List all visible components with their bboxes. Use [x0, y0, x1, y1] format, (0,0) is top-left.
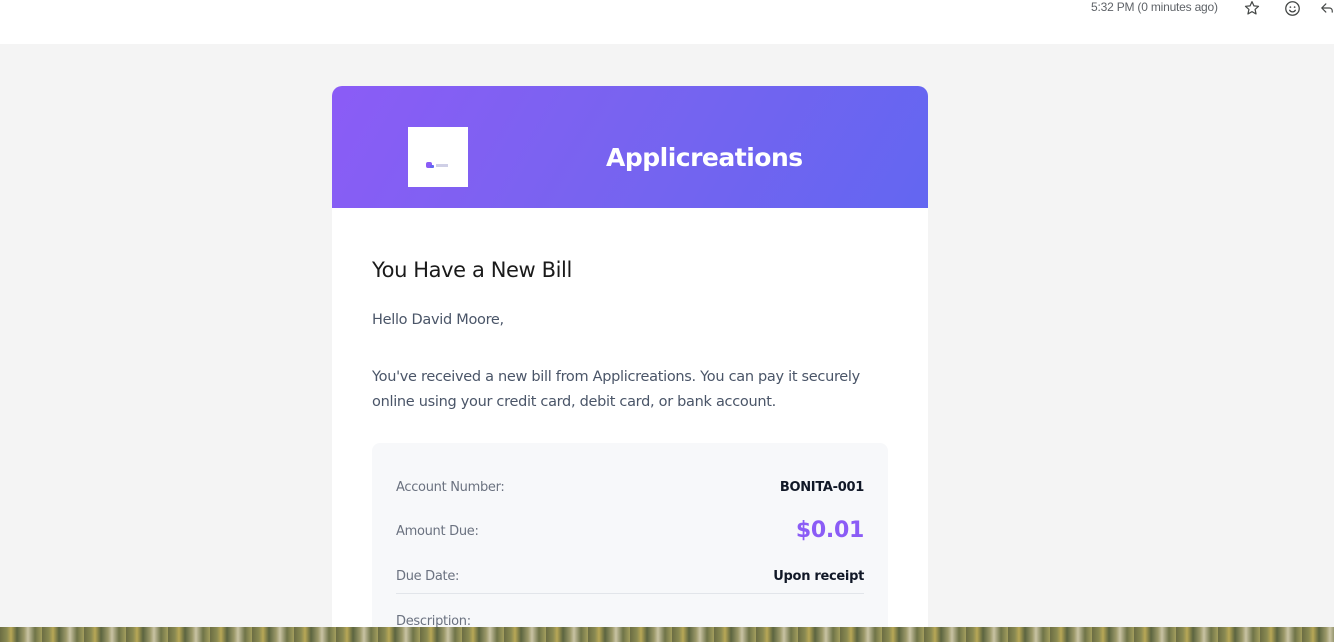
bill-email-card: Applicreations You Have a New Bill Hello… [332, 86, 928, 642]
amount-due-label: Amount Due: [396, 524, 479, 539]
account-number-value: BONITA-001 [779, 480, 864, 495]
amount-due-value: $0.01 [795, 518, 864, 543]
due-date-value: Upon receipt [773, 569, 864, 584]
brand-name: Applicreations [606, 143, 803, 172]
due-date-label: Due Date: [396, 569, 460, 584]
bill-details-panel: Account Number: BONITA-001 Amount Due: $… [372, 443, 888, 642]
message-text: You've received a new bill from Applicre… [372, 369, 860, 410]
details-divider [396, 593, 864, 594]
greeting-text: Hello David Moore, [372, 312, 504, 328]
company-logo [408, 127, 468, 187]
email-timestamp: 5:32 PM (0 minutes ago) [1091, 0, 1218, 14]
email-title: You Have a New Bill [372, 258, 572, 282]
star-icon[interactable] [1243, 0, 1261, 16]
email-banner: Applicreations [332, 86, 928, 208]
emoji-reaction-icon[interactable] [1283, 0, 1301, 16]
account-number-label: Account Number: [396, 480, 505, 495]
desktop-wallpaper-strip [0, 627, 1334, 642]
email-toolbar: 5:32 PM (0 minutes ago) [0, 0, 1334, 44]
reply-icon[interactable] [1320, 0, 1334, 16]
